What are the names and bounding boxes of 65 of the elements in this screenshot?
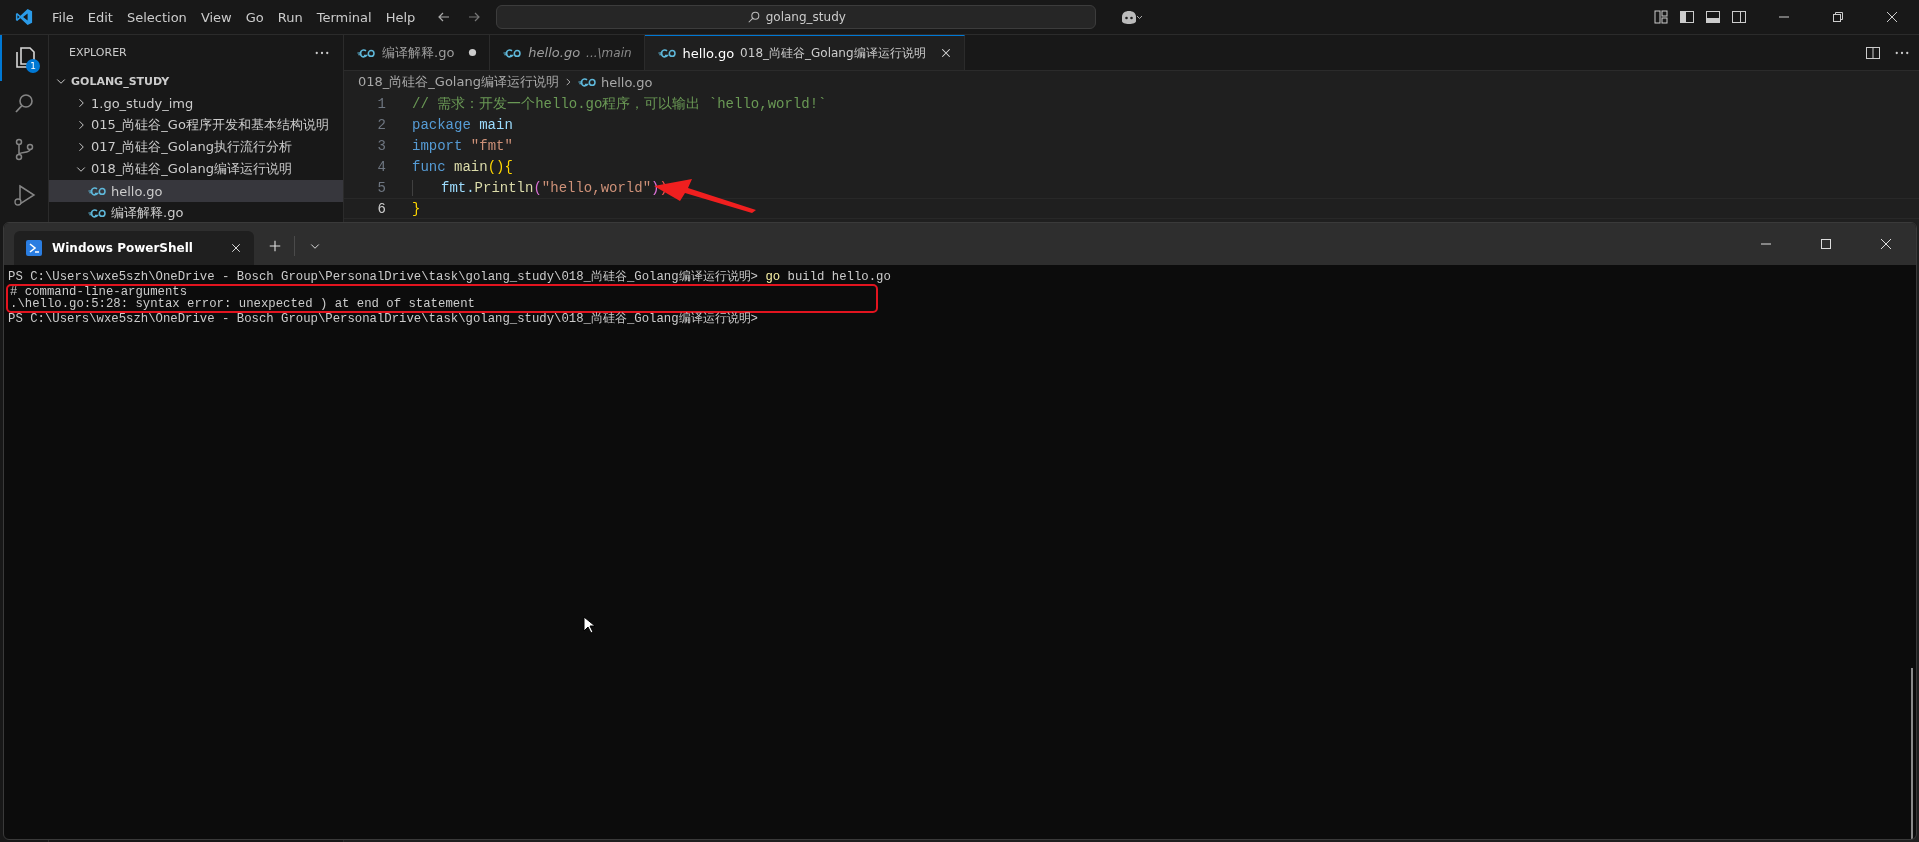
debug-icon <box>12 183 38 209</box>
go-file-icon <box>656 47 677 59</box>
line-number: 1 <box>376 95 386 112</box>
tree-item[interactable]: 编译解释.go <box>49 202 343 224</box>
go-file-icon <box>576 76 597 88</box>
menu-item[interactable]: Go <box>238 6 271 28</box>
line-number: 2 <box>376 116 386 133</box>
search-field[interactable]: golang_study <box>496 5 1097 29</box>
line-number: 3 <box>376 137 386 154</box>
maximize-icon[interactable] <box>1818 236 1834 252</box>
breadcrumb-item[interactable]: hello.go <box>600 74 653 90</box>
panel-toggle-icon[interactable] <box>1705 9 1721 25</box>
mouse-cursor-icon <box>583 616 595 634</box>
go-file-icon <box>87 185 107 197</box>
line-number: 6 <box>376 200 386 217</box>
breadcrumb-item[interactable]: 018_尚硅谷_Golang编译运行说明 <box>358 73 559 91</box>
search-icon <box>746 10 761 24</box>
app-logo-icon <box>15 8 33 26</box>
close-icon[interactable] <box>230 242 242 254</box>
notification-badge: 1 <box>26 59 40 73</box>
unsaved-dot-icon <box>468 48 478 57</box>
tree-item[interactable]: 018_尚硅谷_Golang编译运行说明 <box>49 158 343 180</box>
close-icon[interactable] <box>939 47 952 59</box>
menu-item[interactable]: File <box>45 6 81 28</box>
menu-item[interactable]: Terminal <box>309 6 379 28</box>
sidebar-toggle-icon[interactable] <box>1679 9 1695 25</box>
go-file-icon <box>356 46 376 59</box>
code-line: // 需求：开发一个hello.go程序，可以输出 `hello,world!` <box>412 94 827 113</box>
scroll-thumb[interactable] <box>1911 668 1913 839</box>
secondary-sidebar-icon[interactable] <box>1731 9 1747 25</box>
close-icon[interactable] <box>1878 236 1894 252</box>
tree-item[interactable]: 1.go_study_img <box>49 92 343 114</box>
close-icon[interactable] <box>1884 9 1900 25</box>
search-text: golang_study <box>765 10 846 24</box>
tree-item[interactable]: GOLANG_STUDY <box>49 70 343 92</box>
line-number: 4 <box>376 158 386 175</box>
terminal-line: .\hello.go:5:28: syntax error: unexpected ) at end of statement <box>10 298 476 311</box>
editor-tab[interactable]: hello.go 018_尚硅谷_Golang编译运行说明 <box>644 35 965 70</box>
code-line: package main <box>412 116 513 133</box>
customize-layout-icon[interactable] <box>1653 9 1669 25</box>
code-line: func main(){ <box>412 158 513 175</box>
menu-item[interactable]: Edit <box>80 6 120 28</box>
go-file-icon <box>87 207 107 219</box>
code-line: } <box>412 200 421 217</box>
menu-item[interactable]: View <box>193 6 239 28</box>
powershell-icon <box>26 240 42 256</box>
tree-item[interactable]: 017_尚硅谷_Golang执行流行分析 <box>49 136 343 158</box>
terminal-line: # command-line-arguments <box>10 285 189 298</box>
split-editor-icon[interactable] <box>1865 44 1881 61</box>
new-tab-icon[interactable] <box>268 239 282 253</box>
tree-item[interactable]: hello.go <box>49 180 343 202</box>
menu-item[interactable]: Help <box>378 6 423 28</box>
restore-icon[interactable] <box>1830 9 1846 25</box>
terminal-line: PS C:\Users\wxe5szh\OneDrive - Bosch Group\PersonalDrive\task\golang_study\018_尚硅谷_Golang编译运行说明> <box>8 312 759 325</box>
terminal-tab[interactable]: Windows PowerShell <box>14 231 254 265</box>
menu-item[interactable]: Run <box>270 6 310 28</box>
menu-item[interactable]: Selection <box>119 6 194 28</box>
go-file-icon <box>502 46 523 59</box>
code-line: import "fmt" <box>412 137 513 154</box>
line-number: 5 <box>376 179 386 196</box>
more-icon[interactable] <box>315 50 329 55</box>
tree-item[interactable]: 015_尚硅谷_Go程序开发和基本结构说明 <box>49 114 343 136</box>
terminal-line: PS C:\Users\wxe5szh\OneDrive - Bosch Group\PersonalDrive\task\golang_study\018_尚硅谷_Golang编译运行说明> go build hello.go <box>8 271 892 284</box>
more-icon[interactable] <box>1895 50 1909 55</box>
panel-title: EXPLORER <box>69 46 127 59</box>
